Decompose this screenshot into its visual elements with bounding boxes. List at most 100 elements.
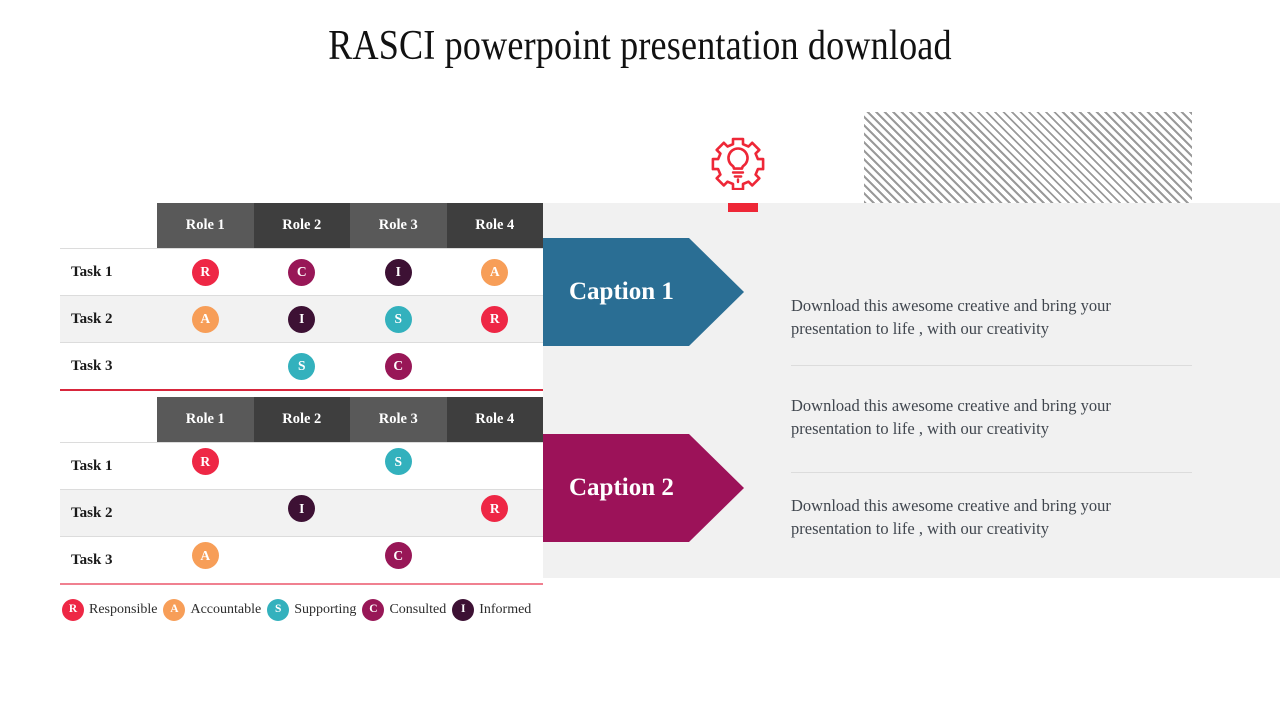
legend-badge-a: A — [163, 599, 186, 621]
caption-2-tip — [689, 434, 744, 542]
rasci-cell: C — [350, 537, 447, 583]
rasci-badge: R — [191, 258, 219, 286]
table-1-col-role-2: Role 2 — [253, 203, 350, 248]
legend-label-informed: Informed — [479, 602, 532, 617]
rasci-cell — [447, 537, 544, 583]
rasci-cell: S — [350, 296, 447, 342]
rasci-badge: R — [191, 448, 219, 475]
table-1-header-row: Role 1 Role 2 Role 3 Role 4 — [157, 203, 543, 248]
table-2-header-row: Role 1 Role 2 Role 3 Role 4 — [157, 397, 543, 442]
rasci-cell: R — [447, 296, 544, 342]
description-paragraph-3: Download this awesome creative and bring… — [791, 496, 1111, 539]
rasci-cell: A — [447, 249, 544, 295]
rasci-badge — [481, 353, 508, 380]
table-row: Task 2 I R — [60, 490, 543, 537]
legend-item-accountable: A Accountable — [163, 599, 261, 621]
diagonal-hatch-pattern — [864, 112, 1192, 203]
panel-accent-tab — [728, 203, 758, 212]
rasci-badge: I — [384, 258, 412, 286]
legend-label-accountable: Accountable — [190, 602, 262, 617]
rasci-cell — [350, 490, 447, 536]
slide-canvas: RASCI powerpoint presentation download R… — [0, 0, 1280, 720]
table-1-body: Task 1 R C I A Task 2 A I S R Task 3 S C — [60, 248, 543, 389]
description-paragraph-1: Download this awesome creative and bring… — [791, 296, 1111, 339]
task-label: Task 1 — [71, 457, 113, 474]
gear-lightbulb-icon — [710, 134, 766, 191]
rasci-cell — [157, 490, 254, 536]
rasci-badge: A — [191, 305, 219, 333]
rasci-cell: R — [157, 443, 254, 489]
page-title: RASCI powerpoint presentation download — [328, 23, 952, 69]
legend-item-consulted: C Consulted — [362, 599, 446, 621]
caption-1-body: Caption 1 — [543, 238, 689, 346]
legend-badge-i: I — [452, 599, 475, 621]
rasci-cell: S — [350, 443, 447, 489]
table-2-col-role-1: Role 1 — [157, 397, 254, 442]
rasci-badge — [288, 448, 315, 475]
rasci-cell: C — [254, 249, 351, 295]
table-1-col-role-4: Role 4 — [446, 203, 543, 248]
rasci-badge: C — [288, 258, 316, 286]
legend-label-responsible: Responsible — [89, 602, 158, 617]
rasci-table-1: Role 1 Role 2 Role 3 Role 4 Task 1 R C I… — [60, 203, 543, 391]
table-2-col-role-2: Role 2 — [253, 397, 350, 442]
rasci-cell: I — [254, 296, 351, 342]
caption-2-arrow[interactable]: Caption 2 — [543, 434, 744, 542]
rasci-badge: R — [481, 495, 509, 522]
caption-1-label: Caption 1 — [569, 278, 674, 305]
table-2-col-role-4: Role 4 — [446, 397, 543, 442]
rasci-cell: R — [157, 249, 254, 295]
rasci-badge: S — [288, 352, 316, 380]
caption-2-label: Caption 2 — [569, 474, 674, 501]
rasci-badge: I — [288, 495, 316, 522]
table-2-col-role-3: Role 3 — [350, 397, 447, 442]
rasci-cell — [447, 443, 544, 489]
rasci-cell: S — [254, 343, 351, 389]
rasci-legend: R Responsible A Accountable S Supporting… — [62, 599, 537, 621]
rasci-cell — [254, 443, 351, 489]
description-paragraph-2: Download this awesome creative and bring… — [791, 396, 1111, 439]
rasci-badge — [481, 448, 508, 475]
rasci-table-2: Role 1 Role 2 Role 3 Role 4 Task 1 R S T… — [60, 397, 543, 585]
rasci-badge: A — [191, 542, 219, 569]
rasci-cell — [157, 343, 254, 389]
legend-label-consulted: Consulted — [389, 602, 447, 617]
rasci-badge: C — [384, 542, 412, 569]
rasci-badge — [385, 495, 412, 522]
rasci-cell: R — [447, 490, 544, 536]
task-label: Task 1 — [71, 263, 113, 280]
caption-1-tip — [689, 238, 744, 346]
table-1-underline — [60, 389, 543, 391]
legend-label-supporting: Supporting — [294, 602, 357, 617]
legend-item-responsible: R Responsible — [62, 599, 157, 621]
table-1-col-role-3: Role 3 — [350, 203, 447, 248]
rasci-badge: S — [384, 305, 412, 333]
rasci-cell: A — [157, 296, 254, 342]
rasci-badge: C — [384, 352, 412, 380]
rasci-cell: C — [350, 343, 447, 389]
rasci-cell — [447, 343, 544, 389]
caption-2-body: Caption 2 — [543, 434, 689, 542]
task-label: Task 3 — [71, 551, 113, 568]
legend-badge-c: C — [362, 599, 385, 621]
rasci-badge — [192, 353, 219, 380]
caption-1-arrow[interactable]: Caption 1 — [543, 238, 744, 346]
table-1-col-role-1: Role 1 — [157, 203, 254, 248]
rasci-badge — [192, 495, 219, 522]
task-label: Task 2 — [71, 310, 113, 327]
rasci-badge: A — [481, 258, 509, 286]
rasci-badge: S — [384, 448, 412, 475]
rasci-cell: I — [254, 490, 351, 536]
table-row: Task 1 R S — [60, 443, 543, 490]
rasci-badge — [481, 542, 508, 569]
rasci-cell: A — [157, 537, 254, 583]
table-2-body: Task 1 R S Task 2 I R Task 3 A C — [60, 442, 543, 583]
table-row: Task 3 S C — [60, 343, 543, 389]
text-divider-2 — [791, 472, 1192, 473]
table-row: Task 1 R C I A — [60, 249, 543, 296]
legend-item-informed: I Informed — [452, 599, 531, 621]
rasci-cell — [254, 537, 351, 583]
table-2-underline — [60, 583, 543, 585]
legend-badge-r: R — [62, 599, 84, 621]
text-divider-1 — [791, 365, 1192, 366]
